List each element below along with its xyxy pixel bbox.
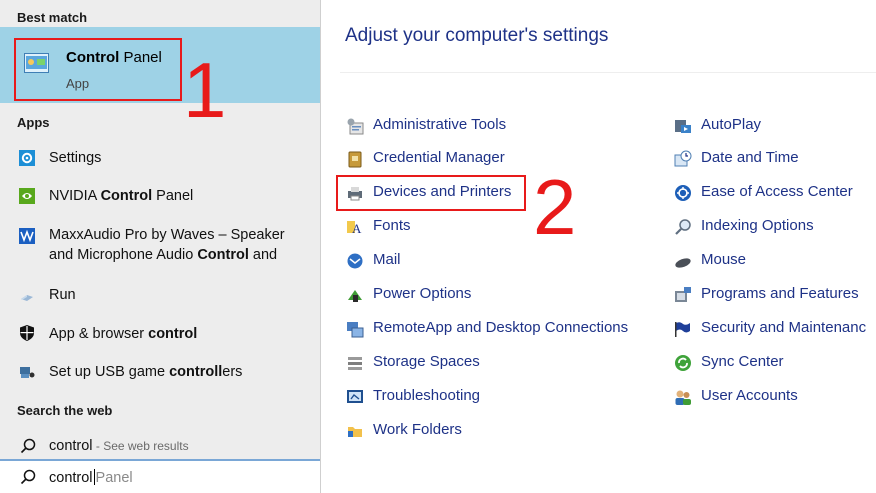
cp-item-label: Security and Maintenanc [701,319,867,336]
nvidia-icon [19,188,35,204]
cp-item-label: Ease of Access Center [701,183,853,200]
gamepad-icon [20,367,35,378]
settings-gear-icon [19,150,35,166]
storage-spaces-icon [348,357,362,370]
search-input[interactable]: control Panel [0,459,320,493]
page-title: Adjust your computer's settings [345,25,609,46]
annotation-number-two: 2 [533,163,577,251]
app-result-label: App & browser control [49,326,198,342]
cp-item-label: Troubleshooting [373,387,481,404]
app-result-settings[interactable]: Settings [0,144,320,174]
app-result-label: Settings [49,150,102,166]
cp-item-label: Sync Center [701,353,784,370]
user-accounts-icon [675,390,691,405]
app-result-app-browser-control[interactable]: App & browser control [0,320,320,350]
best-match-header: Best match [17,10,88,25]
administrative-tools-icon [347,118,364,135]
svg-text:A: A [352,221,362,236]
app-result-nvidia-control-panel[interactable]: NVIDIA Control Panel [0,182,320,212]
cp-item-label: Work Folders [373,421,462,438]
app-result-label: Run [49,287,76,303]
shield-icon [20,325,34,341]
cp-item-label: Administrative Tools [373,116,507,133]
cp-item-label: Programs and Features [701,285,859,302]
apps-header: Apps [17,115,50,130]
cp-item-label: RemoteApp and Desktop Connections [373,319,629,336]
fonts-icon: A [347,221,362,236]
cp-item-label: User Accounts [701,387,798,404]
mail-icon [347,253,363,269]
date-and-time-icon [674,150,692,167]
app-result-label-line1: MaxxAudio Pro by Waves – Speaker [49,227,285,243]
troubleshooting-icon [347,390,363,403]
cp-item-label: Storage Spaces [373,353,480,370]
cp-item-label: Credential Manager [373,149,505,166]
web-search-text: control - See web results [49,438,189,454]
search-input-value: control Panel [49,469,133,486]
cp-item-label: AutoPlay [701,116,762,133]
text-caret [93,469,95,485]
cp-item-label: Fonts [373,217,411,234]
title-divider [340,72,876,73]
ease-of-access-icon [675,185,691,201]
sync-center-icon [675,355,691,371]
cp-item-label: Power Options [373,285,472,302]
cp-item-label: Indexing Options [701,217,814,234]
security-flag-icon [675,322,690,337]
app-result-label-line2: and Microphone Audio Control and [49,247,278,263]
autoplay-icon [675,120,691,133]
cp-item-label: Mouse [701,251,747,268]
app-result-label: Set up USB game controllers [49,364,243,380]
highlight-box-control-panel [14,38,182,101]
run-icon [21,295,33,301]
mouse-icon [675,258,691,268]
work-folders-icon [348,427,362,437]
search-web-header: Search the web [17,403,113,418]
indexing-options-icon [675,219,691,235]
search-icon [20,469,36,485]
cp-item-label: Date and Time [701,149,799,166]
credential-manager-icon [348,151,362,168]
power-options-icon [348,290,362,302]
programs-and-features-icon [675,287,691,302]
web-search-result[interactable]: control - See web results [0,432,320,462]
highlight-box-devices-and-printers [336,175,526,211]
remoteapp-icon [347,322,364,338]
app-result-label: NVIDIA Control Panel [49,188,194,204]
cp-item-label: Mail [373,251,401,268]
annotation-number-one: 1 [183,46,227,134]
app-result-usb-game-controllers[interactable]: Set up USB game controllers [0,358,320,388]
app-result-run[interactable]: Run [0,281,320,311]
app-result-maxxaudio[interactable]: MaxxAudio Pro by Waves – Speaker and Mic… [0,222,320,268]
search-icon [20,438,36,454]
start-search-panel: Best match Control Panel App Apps Settin… [0,0,321,493]
maxxaudio-icon [19,228,35,244]
